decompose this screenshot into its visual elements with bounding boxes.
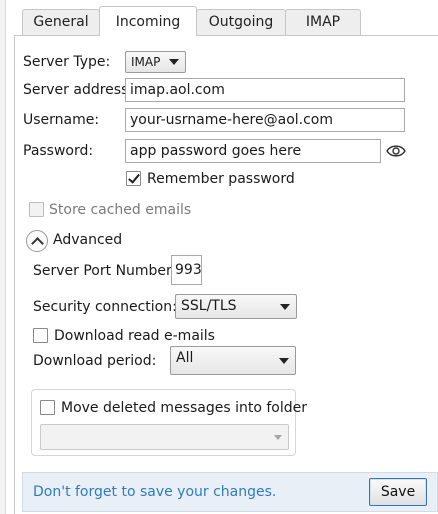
chevron-down-icon bbox=[280, 304, 290, 310]
password-input[interactable]: app password goes here bbox=[125, 139, 381, 163]
left-pane-edge bbox=[0, 0, 6, 514]
move-deleted-label: Move deleted messages into folder bbox=[61, 400, 308, 416]
security-connection-select[interactable]: SSL/TLS bbox=[175, 294, 297, 319]
move-deleted-folder-select[interactable] bbox=[40, 424, 289, 450]
username-input[interactable]: your-usrname-here@aol.com bbox=[125, 108, 405, 132]
security-connection-value: SSL/TLS bbox=[181, 298, 237, 314]
server-port-label: Server Port Number: bbox=[33, 263, 177, 279]
tab-incoming[interactable]: Incoming bbox=[99, 6, 197, 36]
save-button[interactable]: Save bbox=[369, 478, 427, 506]
tab-outgoing[interactable]: Outgoing bbox=[196, 9, 286, 35]
save-reminder-text: Don't forget to save your changes. bbox=[33, 484, 277, 500]
chevron-down-icon bbox=[279, 358, 289, 364]
advanced-label[interactable]: Advanced bbox=[53, 232, 122, 248]
remember-password-checkbox[interactable] bbox=[126, 171, 141, 186]
chevron-up-icon[interactable] bbox=[26, 230, 48, 252]
server-address-label: Server address: bbox=[23, 82, 134, 98]
download-read-label: Download read e-mails bbox=[54, 328, 215, 344]
download-read-checkbox[interactable] bbox=[33, 328, 48, 343]
store-cached-checkbox[interactable] bbox=[29, 202, 44, 217]
move-deleted-checkbox[interactable] bbox=[40, 400, 55, 415]
download-period-value: All bbox=[176, 350, 194, 366]
chevron-down-icon bbox=[169, 59, 179, 65]
download-period-label: Download period: bbox=[33, 353, 157, 369]
server-type-label: Server Type: bbox=[23, 54, 111, 70]
password-label: Password: bbox=[23, 143, 94, 159]
tab-general[interactable]: General bbox=[22, 9, 100, 35]
chevron-down-icon bbox=[274, 435, 282, 440]
download-period-select[interactable]: All bbox=[170, 346, 296, 375]
server-port-input[interactable]: 993 bbox=[171, 255, 202, 285]
username-label: Username: bbox=[23, 112, 100, 128]
save-reminder-bar: Don't forget to save your changes. Save bbox=[22, 472, 438, 512]
remember-password-label: Remember password bbox=[147, 171, 295, 187]
eye-icon[interactable] bbox=[386, 143, 406, 159]
tab-imap[interactable]: IMAP bbox=[285, 9, 361, 35]
security-connection-label: Security connection: bbox=[33, 299, 177, 315]
store-cached-label: Store cached emails bbox=[49, 202, 192, 218]
server-type-select[interactable]: IMAP bbox=[125, 51, 186, 73]
server-address-input[interactable]: imap.aol.com bbox=[125, 78, 405, 102]
server-type-value: IMAP bbox=[131, 55, 161, 69]
